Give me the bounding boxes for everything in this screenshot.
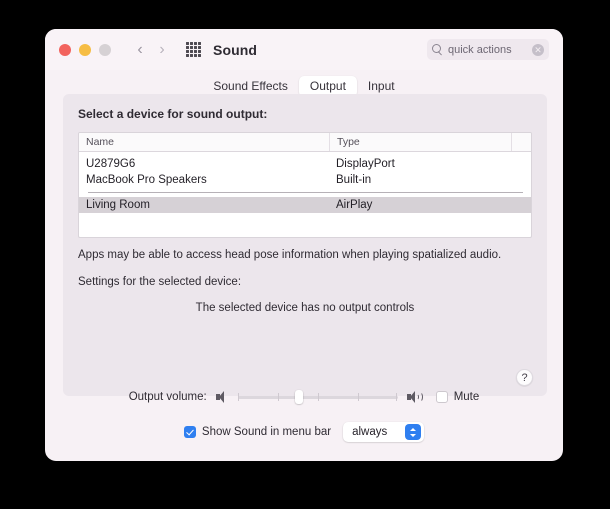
column-header-spacer bbox=[511, 133, 531, 151]
spatial-audio-note: Apps may be able to access head pose inf… bbox=[78, 249, 502, 261]
search-icon bbox=[432, 44, 443, 55]
search-input[interactable]: quick actions bbox=[448, 44, 532, 56]
back-icon[interactable]: ‹ bbox=[130, 39, 150, 61]
speaker-wave-icon bbox=[406, 391, 424, 404]
device-name: MacBook Pro Speakers bbox=[86, 174, 207, 186]
settings-for-device-label: Settings for the selected device: bbox=[78, 276, 242, 288]
app-grid-icon[interactable] bbox=[186, 42, 201, 57]
output-volume-row: Output volume: Mute bbox=[45, 390, 563, 404]
slider-tick bbox=[277, 393, 279, 401]
minimize-button[interactable] bbox=[79, 43, 91, 56]
device-name: U2879G6 bbox=[86, 158, 136, 170]
table-group-separator bbox=[88, 192, 523, 193]
speaker-mute-icon bbox=[215, 391, 229, 404]
slider-tick bbox=[237, 393, 239, 401]
slider-tick bbox=[357, 393, 359, 401]
clear-search-icon[interactable]: ✕ bbox=[532, 43, 544, 56]
slider-tick bbox=[396, 393, 398, 401]
column-header-type[interactable]: Type bbox=[329, 133, 511, 151]
forward-icon[interactable]: › bbox=[152, 39, 172, 61]
column-header-name[interactable]: Name bbox=[79, 133, 329, 151]
search-field[interactable]: quick actions ✕ bbox=[427, 39, 549, 60]
slider-tick bbox=[317, 393, 319, 401]
output-device-table[interactable]: Name Type U2879G6 DisplayPort MacBook Pr… bbox=[78, 132, 532, 238]
output-volume-slider[interactable] bbox=[237, 390, 398, 404]
device-type: DisplayPort bbox=[336, 158, 395, 170]
navigation-controls: ‹ › bbox=[130, 39, 172, 61]
mute-checkbox[interactable] bbox=[435, 391, 448, 403]
table-row[interactable]: Living Room AirPlay bbox=[79, 197, 531, 213]
table-header-row: Name Type bbox=[79, 133, 531, 152]
output-settings-panel: Select a device for sound output: Name T… bbox=[63, 94, 547, 396]
output-volume-label: Output volume: bbox=[128, 391, 207, 403]
window-titlebar: ‹ › Sound quick actions ✕ bbox=[45, 29, 563, 70]
mute-label: Mute bbox=[453, 391, 480, 403]
sound-preferences-window: ‹ › Sound quick actions ✕ Sound Effects … bbox=[45, 29, 563, 461]
menu-bar-row: Show Sound in menu bar always bbox=[45, 422, 563, 442]
show-sound-in-menu-bar-label: Show Sound in menu bar bbox=[201, 426, 332, 438]
device-type: AirPlay bbox=[336, 199, 373, 211]
zoom-button[interactable] bbox=[99, 43, 111, 56]
table-row[interactable]: MacBook Pro Speakers Built-in bbox=[79, 172, 531, 188]
page-title: Sound bbox=[213, 41, 258, 58]
no-output-controls-message: The selected device has no output contro… bbox=[195, 302, 415, 314]
slider-thumb[interactable] bbox=[294, 390, 303, 404]
help-button[interactable]: ? bbox=[516, 369, 533, 386]
show-sound-in-menu-bar-checkbox[interactable] bbox=[183, 426, 196, 438]
device-type: Built-in bbox=[336, 174, 372, 186]
menu-bar-visibility-value: always bbox=[352, 426, 388, 438]
table-row[interactable]: U2879G6 DisplayPort bbox=[79, 156, 531, 172]
chevron-updown-icon[interactable] bbox=[405, 424, 422, 440]
device-name: Living Room bbox=[86, 199, 150, 211]
close-button[interactable] bbox=[59, 43, 71, 56]
panel-title: Select a device for sound output: bbox=[78, 107, 268, 121]
traffic-lights bbox=[59, 43, 111, 56]
menu-bar-visibility-select[interactable]: always bbox=[343, 422, 425, 442]
